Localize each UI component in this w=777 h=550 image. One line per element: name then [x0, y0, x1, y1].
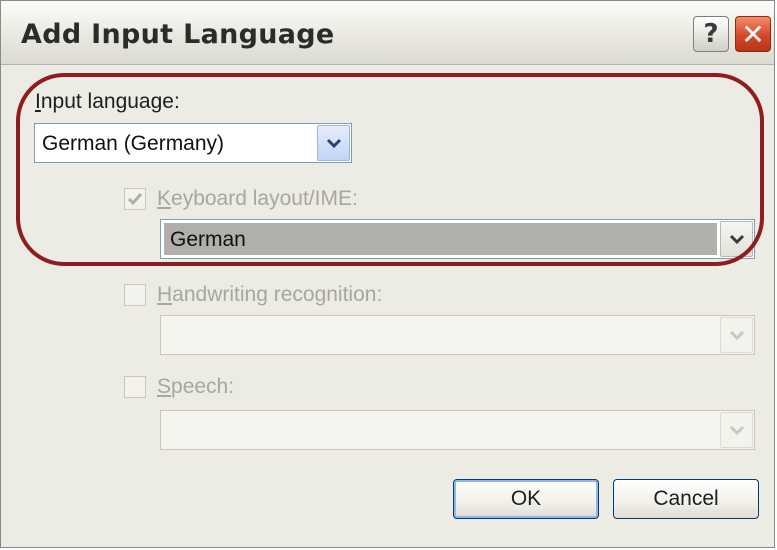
chevron-down-icon: [326, 138, 341, 149]
cancel-button[interactable]: Cancel: [613, 479, 759, 519]
ok-button[interactable]: OK: [453, 479, 599, 519]
chevron-down-icon: [729, 425, 744, 436]
keyboard-layout-value: German: [170, 228, 246, 251]
speech-label: Speech:: [157, 375, 235, 398]
keyboard-layout-combo[interactable]: German: [160, 219, 755, 259]
input-language-value: German (Germany): [42, 132, 225, 155]
handwriting-combo[interactable]: [160, 315, 755, 355]
speech-checkbox[interactable]: [124, 376, 146, 398]
checkmark-icon: [127, 193, 143, 206]
chevron-down-icon: [729, 330, 744, 341]
title-bar[interactable]: Add Input Language ? ✕: [1, 1, 774, 65]
window-title: Add Input Language: [21, 19, 335, 50]
help-icon: ?: [703, 19, 719, 49]
close-button[interactable]: ✕: [735, 16, 771, 52]
keyboard-layout-checkbox[interactable]: [124, 188, 146, 210]
input-language-dropdown-button[interactable]: [317, 125, 350, 161]
input-language-label: Input language:: [35, 90, 180, 113]
add-input-language-dialog: Add Input Language ? ✕ Input language: G…: [0, 0, 775, 548]
help-button[interactable]: ?: [693, 16, 729, 52]
speech-combo[interactable]: [160, 410, 755, 450]
selection-highlight: [164, 223, 717, 255]
keyboard-layout-label: Keyboard layout/IME:: [157, 187, 358, 210]
input-language-combo[interactable]: German (Germany): [34, 123, 352, 163]
handwriting-label: Handwriting recognition:: [157, 283, 383, 306]
speech-dropdown-button[interactable]: [720, 412, 753, 448]
keyboard-layout-dropdown-button[interactable]: [720, 221, 753, 257]
chevron-down-icon: [729, 234, 744, 245]
handwriting-checkbox[interactable]: [124, 284, 146, 306]
handwriting-dropdown-button[interactable]: [720, 317, 753, 353]
close-icon: ✕: [741, 17, 765, 51]
